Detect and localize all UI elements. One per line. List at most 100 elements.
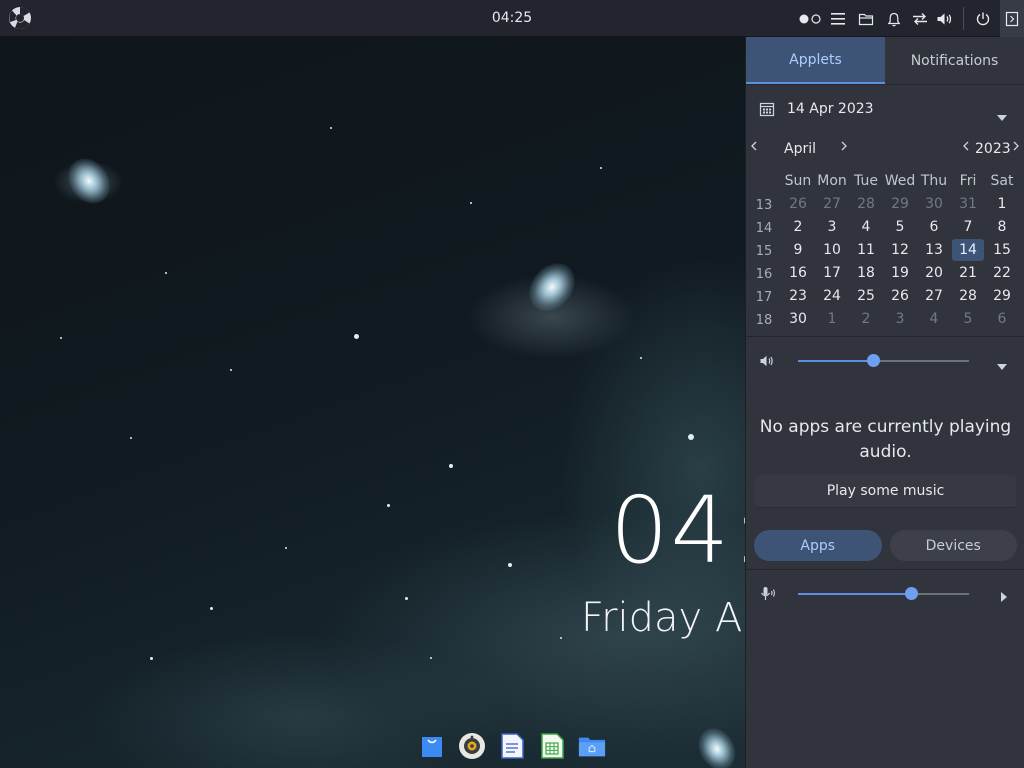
- calendar-day[interactable]: 30: [918, 193, 950, 215]
- tab-notifications[interactable]: Notifications: [885, 37, 1024, 84]
- next-month-icon[interactable]: [840, 140, 848, 156]
- week-number: 16: [755, 267, 773, 282]
- tray-separator: [963, 7, 964, 30]
- star: [470, 202, 472, 204]
- distro-logo-icon[interactable]: [8, 6, 32, 30]
- calendar-week-row: 13 26 27 28 29 30 31 1: [746, 193, 1024, 216]
- output-volume-fill: [798, 360, 874, 362]
- calendar-day[interactable]: 26: [884, 285, 916, 307]
- panel-expand-icon[interactable]: [1000, 0, 1024, 37]
- calendar-day[interactable]: 25: [850, 285, 882, 307]
- calendar-day[interactable]: 13: [918, 239, 950, 261]
- star: [354, 334, 359, 339]
- network-icon[interactable]: [910, 9, 930, 29]
- calendar-day[interactable]: 2: [850, 308, 882, 330]
- panel-tabs: Applets Notifications: [746, 37, 1024, 85]
- calendar-day[interactable]: 9: [782, 239, 814, 261]
- date-header-label: 14 Apr 2023: [787, 101, 874, 117]
- calendar-day[interactable]: 6: [986, 308, 1018, 330]
- calendar-day[interactable]: 1: [986, 193, 1018, 215]
- input-volume-slider[interactable]: [798, 587, 969, 600]
- calendar-day[interactable]: 12: [884, 239, 916, 261]
- input-volume-handle[interactable]: [904, 587, 918, 600]
- apps-toggle[interactable]: Apps: [754, 530, 882, 561]
- output-volume-row: [746, 349, 1024, 373]
- calendar-day[interactable]: 15: [986, 239, 1018, 261]
- calendar-day[interactable]: 6: [918, 216, 950, 238]
- week-number: 17: [755, 290, 773, 305]
- devices-toggle[interactable]: Devices: [889, 530, 1017, 561]
- file-manager-icon[interactable]: [578, 732, 606, 760]
- text-editor-icon[interactable]: [498, 732, 526, 760]
- chevron-down-icon[interactable]: [997, 106, 1007, 125]
- divider: [746, 336, 1024, 337]
- calendar-day[interactable]: 28: [952, 285, 984, 307]
- calendar-day[interactable]: 4: [918, 308, 950, 330]
- workspace-indicator-icon[interactable]: [798, 9, 824, 29]
- week-number: 15: [755, 244, 773, 259]
- star: [130, 437, 132, 439]
- speaker-icon[interactable]: [759, 353, 775, 372]
- play-music-button[interactable]: Play some music: [755, 475, 1016, 508]
- calendar-day[interactable]: 3: [884, 308, 916, 330]
- calendar-day[interactable]: 29: [884, 193, 916, 215]
- calendar-week-row: 14 2 3 4 5 6 7 8: [746, 216, 1024, 239]
- calendar-day[interactable]: 7: [952, 216, 984, 238]
- folder-icon[interactable]: [856, 9, 876, 29]
- menu-icon[interactable]: [828, 9, 848, 29]
- bell-icon[interactable]: [884, 9, 904, 29]
- calendar-day[interactable]: 30: [782, 308, 814, 330]
- calendar-day-selected[interactable]: 14: [952, 239, 984, 261]
- calendar-day[interactable]: 8: [986, 216, 1018, 238]
- calendar-day[interactable]: 20: [918, 262, 950, 284]
- calendar-day[interactable]: 16: [782, 262, 814, 284]
- star: [560, 637, 562, 639]
- date-header[interactable]: 14 Apr 2023: [746, 95, 1024, 123]
- calendar-day[interactable]: 5: [952, 308, 984, 330]
- calendar-day[interactable]: 19: [884, 262, 916, 284]
- divider: [746, 569, 1024, 570]
- chevron-down-icon[interactable]: [997, 355, 1007, 374]
- calendar-day[interactable]: 4: [850, 216, 882, 238]
- month-navigation: April 2023: [746, 137, 1024, 161]
- calendar-day[interactable]: 17: [816, 262, 848, 284]
- calendar-day[interactable]: 28: [850, 193, 882, 215]
- tab-applets[interactable]: Applets: [746, 37, 885, 84]
- calendar-day[interactable]: 18: [850, 262, 882, 284]
- weekday-label: Sat: [990, 173, 1014, 189]
- calendar-day[interactable]: 2: [782, 216, 814, 238]
- microphone-icon[interactable]: [759, 586, 777, 606]
- star: [150, 657, 153, 660]
- star: [330, 127, 332, 129]
- calendar-day[interactable]: 27: [816, 193, 848, 215]
- spreadsheet-icon[interactable]: [538, 732, 566, 760]
- next-year-icon[interactable]: [1012, 140, 1020, 156]
- chevron-right-icon[interactable]: [1001, 587, 1007, 606]
- music-player-icon[interactable]: [458, 732, 486, 760]
- output-volume-slider[interactable]: [798, 354, 969, 367]
- calendar-day[interactable]: 11: [850, 239, 882, 261]
- calendar-day[interactable]: 26: [782, 193, 814, 215]
- prev-month-icon[interactable]: [750, 140, 758, 156]
- calendar-day[interactable]: 24: [816, 285, 848, 307]
- star: [230, 369, 232, 371]
- calendar-day[interactable]: 29: [986, 285, 1018, 307]
- calendar-grid: Sun Mon Tue Wed Thu Fri Sat 13 26 27 28 29 30 31 1 14 2 3…: [746, 170, 1024, 331]
- month-label: April: [784, 141, 816, 157]
- software-center-icon[interactable]: [418, 732, 446, 760]
- calendar-day[interactable]: 3: [816, 216, 848, 238]
- power-icon[interactable]: [973, 9, 993, 29]
- prev-year-icon[interactable]: [962, 140, 970, 156]
- calendar-day[interactable]: 27: [918, 285, 950, 307]
- calendar-day[interactable]: 23: [782, 285, 814, 307]
- volume-icon[interactable]: [935, 9, 955, 29]
- calendar-day[interactable]: 10: [816, 239, 848, 261]
- calendar-day[interactable]: 5: [884, 216, 916, 238]
- calendar-day[interactable]: 1: [816, 308, 848, 330]
- dock: [418, 732, 606, 760]
- calendar-day[interactable]: 22: [986, 262, 1018, 284]
- star: [387, 504, 390, 507]
- calendar-day[interactable]: 21: [952, 262, 984, 284]
- calendar-day[interactable]: 31: [952, 193, 984, 215]
- output-volume-handle[interactable]: [867, 354, 881, 367]
